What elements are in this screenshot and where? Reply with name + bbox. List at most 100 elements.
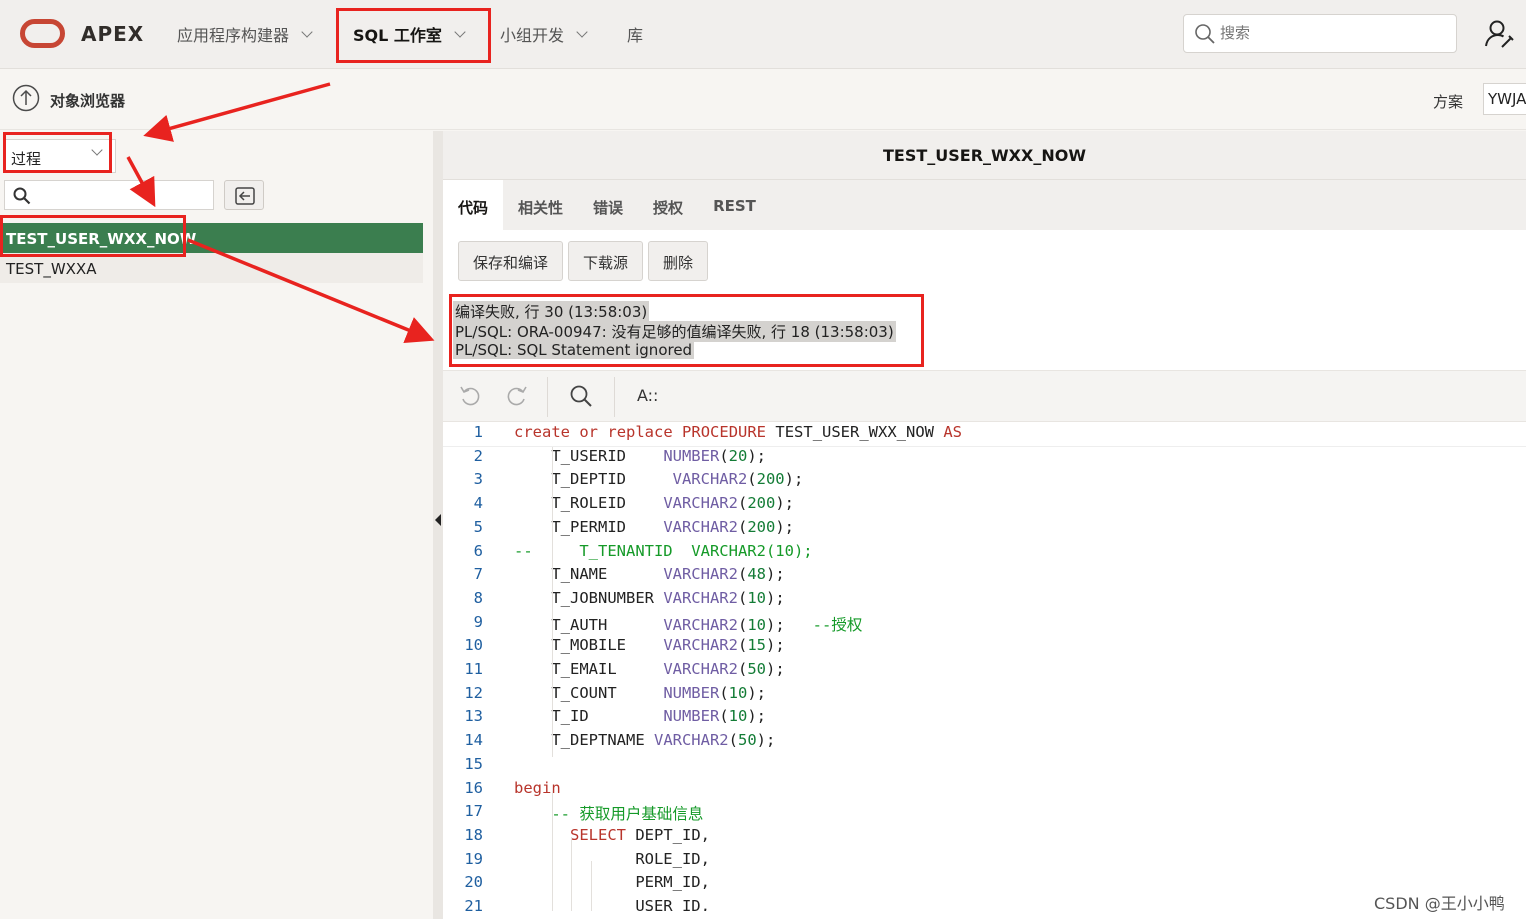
object-tree-panel: 过程 TEST_USER_WXX_NOW TEST_WXXA bbox=[0, 131, 433, 919]
nav-gallery[interactable]: 库 bbox=[627, 22, 643, 46]
indent-guide bbox=[552, 791, 553, 911]
code-text: T_PERMID VARCHAR2(200); bbox=[514, 517, 794, 536]
line-number: 3 bbox=[473, 470, 483, 489]
code-line[interactable]: 3 T_DEPTID VARCHAR2(200); bbox=[443, 470, 1526, 494]
line-number: 13 bbox=[464, 707, 483, 726]
collapse-arrow-icon[interactable] bbox=[435, 514, 441, 526]
tab-errors[interactable]: 错误 bbox=[578, 180, 638, 230]
code-line[interactable]: 14 T_DEPTNAME VARCHAR2(50); bbox=[443, 731, 1526, 755]
nav-app-builder-label: 应用程序构建器 bbox=[177, 26, 290, 45]
object-list: TEST_USER_WXX_NOW TEST_WXXA bbox=[0, 223, 423, 283]
detail-tabs: 代码 相关性 错误 授权 REST bbox=[443, 180, 1526, 230]
redo-icon[interactable] bbox=[503, 383, 529, 409]
nav-sql-workshop-label: SQL 工作室 bbox=[353, 26, 442, 45]
line-number: 2 bbox=[473, 446, 483, 465]
tab-grants[interactable]: 授权 bbox=[638, 180, 698, 230]
toolbar-divider bbox=[547, 377, 548, 417]
object-type-select[interactable]: 过程 bbox=[4, 139, 116, 173]
undo-icon[interactable] bbox=[458, 383, 484, 409]
indent-guide bbox=[571, 837, 572, 911]
global-search-input[interactable] bbox=[1220, 25, 1440, 42]
line-number: 15 bbox=[464, 754, 483, 773]
code-line[interactable]: 1 create or replace PROCEDURE TEST_USER_W… bbox=[443, 423, 1526, 447]
code-line[interactable]: 9 T_AUTH VARCHAR2(10); --授权 bbox=[443, 613, 1526, 637]
search-icon bbox=[1195, 23, 1215, 44]
compile-message: 编译失败, 行 30 (13:58:03) bbox=[453, 301, 650, 322]
line-number: 9 bbox=[473, 612, 483, 631]
compile-message: PL/SQL: SQL Statement ignored bbox=[453, 341, 695, 359]
nav-team-development[interactable]: 小组开发 bbox=[500, 22, 588, 46]
code-line[interactable]: 17 -- 获取用户基础信息 bbox=[443, 802, 1526, 826]
code-editor[interactable]: 1 create or replace PROCEDURE TEST_USER_W… bbox=[443, 423, 1526, 911]
code-line[interactable]: 19 ROLE_ID, bbox=[443, 850, 1526, 874]
line-number: 5 bbox=[473, 517, 483, 536]
code-text: T_DEPTNAME VARCHAR2(50); bbox=[514, 731, 776, 750]
font-size-button[interactable]: A:: bbox=[637, 386, 658, 405]
code-line[interactable]: 15 bbox=[443, 755, 1526, 779]
indent-guide bbox=[591, 861, 592, 911]
object-name: TEST_WXXA bbox=[6, 260, 97, 278]
code-line[interactable]: 6 -- T_TENANTID VARCHAR2(10); bbox=[443, 542, 1526, 566]
delete-button[interactable]: 删除 bbox=[648, 241, 709, 281]
editor-toolbar: A:: bbox=[443, 370, 1526, 422]
code-line[interactable]: 18 SELECT DEPT_ID, bbox=[443, 826, 1526, 850]
reset-filter-button[interactable] bbox=[224, 180, 264, 210]
code-text: PERM_ID, bbox=[514, 873, 710, 892]
brand-name[interactable]: APEX bbox=[81, 22, 144, 46]
code-line[interactable]: 11 T_EMAIL VARCHAR2(50); bbox=[443, 660, 1526, 684]
line-number: 10 bbox=[464, 636, 483, 655]
save-compile-button[interactable]: 保存和编译 bbox=[458, 241, 564, 281]
panel-splitter[interactable] bbox=[433, 131, 443, 919]
nav-sql-workshop[interactable]: SQL 工作室 bbox=[353, 22, 466, 46]
code-line[interactable]: 8 T_JOBNUMBER VARCHAR2(10); bbox=[443, 589, 1526, 613]
code-line[interactable]: 10 T_MOBILE VARCHAR2(15); bbox=[443, 636, 1526, 660]
code-line[interactable]: 2 T_USERID NUMBER(20); bbox=[443, 447, 1526, 471]
object-browser-header: 对象浏览器 方案 YWJA bbox=[0, 70, 1526, 130]
tab-code[interactable]: 代码 bbox=[443, 180, 504, 230]
code-line[interactable]: 20 PERM_ID, bbox=[443, 873, 1526, 897]
code-text: USER_ID, bbox=[514, 897, 710, 911]
line-number: 19 bbox=[464, 849, 483, 868]
line-number: 6 bbox=[473, 541, 483, 560]
object-detail-panel: TEST_USER_WXX_NOW 代码 相关性 错误 授权 REST 保存和编… bbox=[443, 131, 1526, 919]
code-line[interactable]: 13 T_ID NUMBER(10); bbox=[443, 707, 1526, 731]
code-text: T_ROLEID VARCHAR2(200); bbox=[514, 494, 794, 513]
tab-rest[interactable]: REST bbox=[698, 180, 771, 230]
watermark: CSDN @王小小鸭 bbox=[1374, 894, 1505, 913]
nav-app-builder[interactable]: 应用程序构建器 bbox=[177, 22, 313, 46]
arrow-up-icon[interactable] bbox=[12, 84, 40, 112]
schema-select[interactable]: YWJA bbox=[1483, 83, 1526, 115]
search-icon[interactable] bbox=[568, 383, 594, 409]
chevron-down-icon bbox=[91, 144, 103, 156]
code-line[interactable]: 16 begin bbox=[443, 779, 1526, 803]
line-number: 1 bbox=[473, 423, 483, 441]
code-line[interactable]: 4 T_ROLEID VARCHAR2(200); bbox=[443, 494, 1526, 518]
line-number: 11 bbox=[464, 660, 483, 678]
list-item[interactable]: TEST_USER_WXX_NOW bbox=[0, 223, 423, 253]
code-line[interactable]: 21 USER_ID, bbox=[443, 897, 1526, 911]
code-text: ROLE_ID, bbox=[514, 849, 710, 868]
tab-dependencies[interactable]: 相关性 bbox=[503, 180, 578, 230]
global-search[interactable] bbox=[1183, 14, 1457, 53]
object-filter-input[interactable] bbox=[35, 186, 205, 202]
line-number: 8 bbox=[473, 588, 483, 607]
user-settings-icon[interactable] bbox=[1484, 18, 1516, 50]
nav-team-development-label: 小组开发 bbox=[500, 26, 565, 45]
indent-guide bbox=[552, 447, 553, 757]
download-source-button[interactable]: 下载源 bbox=[568, 241, 644, 281]
code-text: SELECT DEPT_ID, bbox=[570, 825, 710, 844]
object-title: TEST_USER_WXX_NOW bbox=[443, 131, 1526, 180]
list-item[interactable]: TEST_WXXA bbox=[0, 253, 423, 283]
line-number: 21 bbox=[464, 897, 483, 911]
code-line[interactable]: 5 T_PERMID VARCHAR2(200); bbox=[443, 518, 1526, 542]
oracle-logo[interactable] bbox=[20, 19, 65, 48]
code-line[interactable]: 7 T_NAME VARCHAR2(48); bbox=[443, 565, 1526, 589]
reset-icon bbox=[235, 187, 255, 205]
page-title: 对象浏览器 bbox=[50, 92, 126, 110]
code-text: T_MOBILE VARCHAR2(15); bbox=[514, 636, 785, 655]
object-filter[interactable] bbox=[4, 180, 214, 210]
code-line[interactable]: 12 T_COUNT NUMBER(10); bbox=[443, 684, 1526, 708]
nav-gallery-label: 库 bbox=[627, 26, 644, 45]
line-number: 4 bbox=[473, 494, 483, 513]
line-number: 18 bbox=[464, 825, 483, 844]
